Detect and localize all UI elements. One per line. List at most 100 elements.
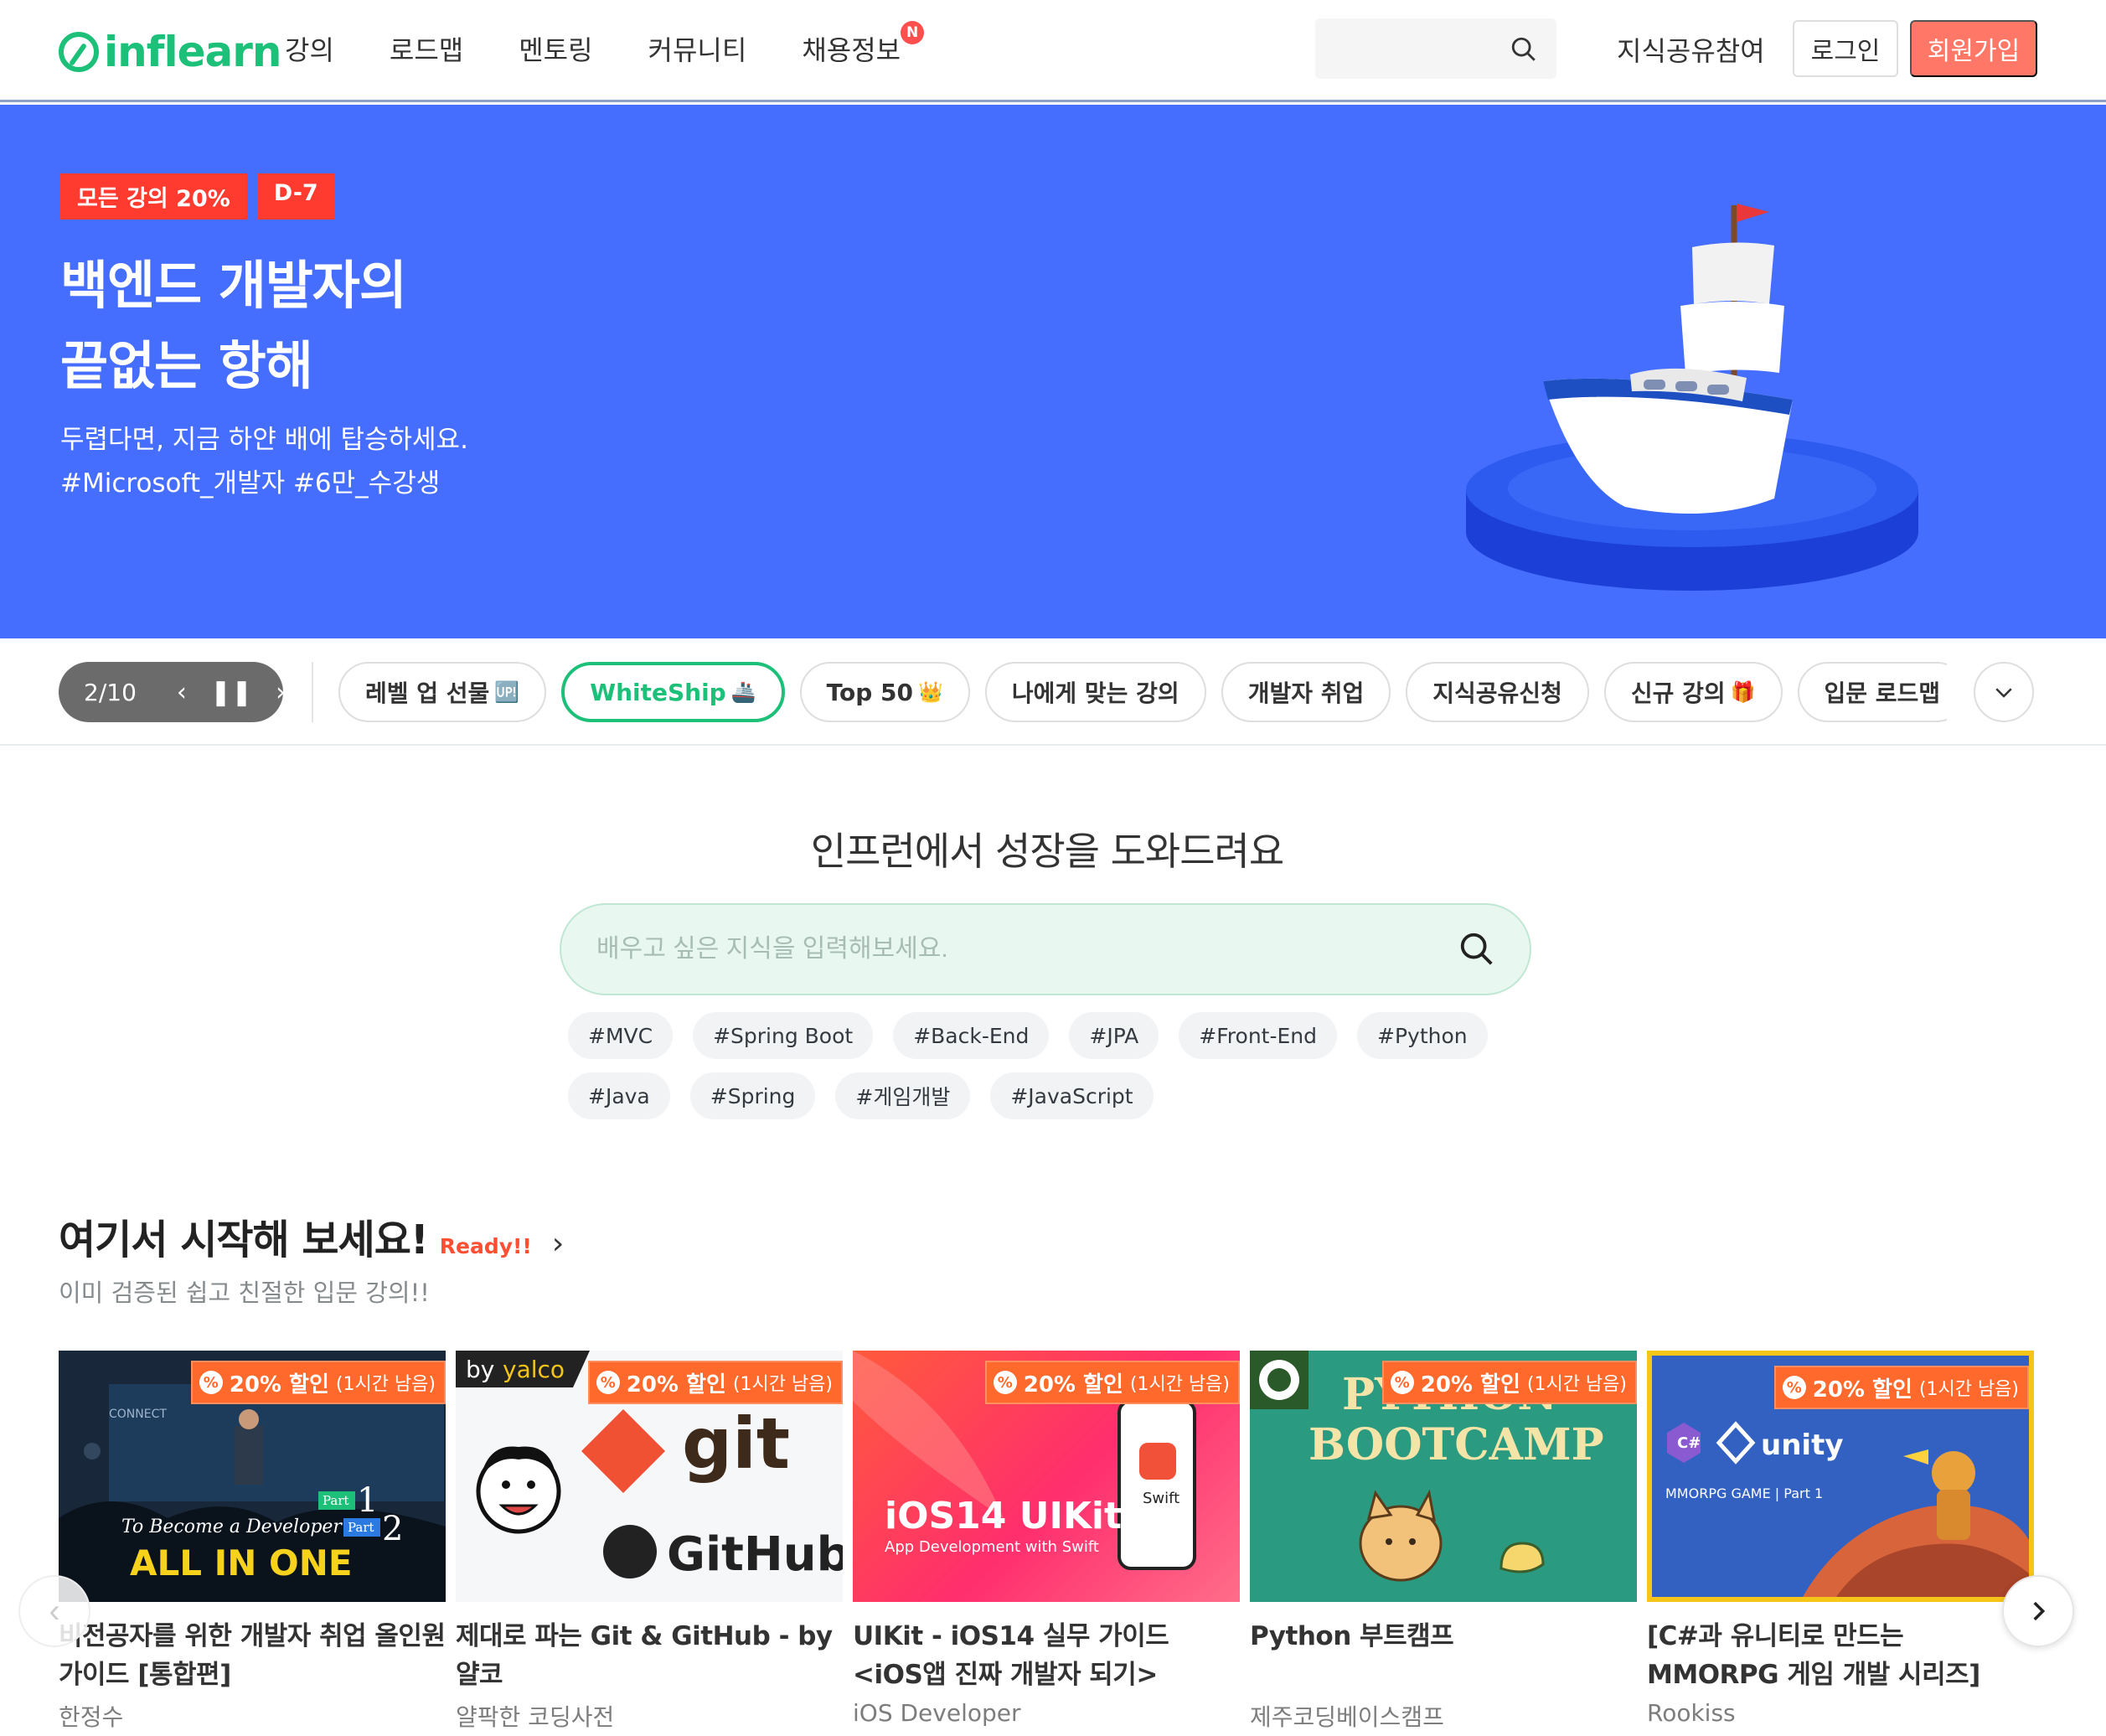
keyword-tag[interactable]: #Spring [689, 1072, 816, 1119]
chevron-right-icon[interactable]: › [552, 1227, 564, 1261]
course-thumbnail[interactable]: CONNECT To Become a Developer ALL IN ONE… [59, 1351, 446, 1602]
banner-chip-label: 신규 강의 [1630, 679, 1726, 707]
hero-subtitle-line2: #Microsoft_개발자 #6만_수강생 [60, 468, 441, 499]
thumb-part1: Part [323, 1493, 349, 1508]
keyword-tag[interactable]: #게임개발 [835, 1072, 971, 1119]
discount-badge: % 20% 할인 (1시간 남음) [1381, 1361, 1637, 1404]
nav-item-jobs-label: 채용정보 [802, 34, 901, 66]
keyword-tag[interactable]: #Back-End [893, 1012, 1050, 1059]
hero-tag-discount: 모든 강의 20% [60, 173, 247, 220]
search-icon[interactable] [1510, 35, 1538, 64]
banner-chip[interactable]: 신규 강의 🎁 [1603, 662, 1783, 722]
course-author: 얄팍한 코딩사전 [456, 1703, 615, 1731]
course-thumbnail[interactable]: by yalco git GitHub % 20% 할인 (1시간 남음) [456, 1351, 843, 1602]
discount-remaining: (1시간 남음) [1129, 1374, 1230, 1395]
thumb-conf-text: CONNECT [109, 1408, 167, 1421]
course-card[interactable]: by yalco git GitHub % 20% 할인 (1시간 남음) 제대… [456, 1351, 843, 1733]
keyword-tag[interactable]: #JPA [1069, 1012, 1159, 1059]
keyword-tag[interactable]: #MVC [568, 1012, 674, 1059]
nav-item-jobs[interactable]: 채용정보 N [802, 21, 925, 68]
discount-label: 20% 할인 [229, 1372, 329, 1398]
chevron-down-icon [1995, 688, 2012, 698]
course-thumbnail[interactable]: C# unity MMORPG GAME | Part 1 % 20% 할인 (… [1647, 1351, 2034, 1602]
banner-chip-emoji-icon: 🆙 [494, 680, 520, 704]
course-card[interactable]: C# unity MMORPG GAME | Part 1 % 20% 할인 (… [1647, 1351, 2034, 1727]
keyword-tag[interactable]: #Spring Boot [693, 1012, 874, 1059]
banner-chip[interactable]: 개발자 취업 [1221, 662, 1391, 722]
nav-item-roadmap[interactable]: 로드맵 [390, 29, 463, 68]
expand-chips-button[interactable] [1974, 662, 2034, 722]
course-title[interactable]: 제대로 파는 Git & GitHub - by 얄코 [456, 1617, 843, 1694]
inflearn-logo[interactable]: inflearn [59, 27, 282, 77]
top-header: inflearn 강의 로드맵 멘토링 커뮤니티 채용정보 N 지식공유참여 로… [0, 0, 2106, 102]
carousel-prev-button[interactable]: ‹ [18, 1575, 90, 1647]
discount-remaining: (1시간 남음) [1526, 1374, 1627, 1395]
course-author: 제주코딩베이스캠프 [1250, 1703, 1444, 1731]
search-icon[interactable] [1458, 930, 1496, 969]
banner-chip-emoji-icon: 🎁 [1730, 680, 1756, 704]
banner-chip-label: Top 50 [826, 678, 913, 706]
nav-item-mentoring[interactable]: 멘토링 [519, 29, 592, 68]
new-badge: N [901, 21, 925, 44]
section-title: 여기서 시작해 보세요! [59, 1217, 429, 1263]
main-heading: 인프런에서 성장을 도와드려요 [810, 829, 1284, 874]
course-title[interactable]: UIKit - iOS14 실무 가이드 <iOS앱 진짜 개발자 되기> [853, 1617, 1240, 1694]
course-title[interactable]: Python 부트캠프 [1250, 1617, 1637, 1694]
hero-tags: 모든 강의 20% D-7 [60, 173, 345, 220]
banner-chip[interactable]: Top 50 👑 [799, 662, 970, 722]
hero-subtitle-line1: 두렵다면, 지금 하얀 배에 탑승하세요. [60, 425, 468, 455]
course-card[interactable]: PYTHON BOOTCAMP % 20% 할인 (1시간 남음) Python… [1250, 1351, 1637, 1733]
discount-icon: % [596, 1371, 620, 1394]
section-heading[interactable]: 여기서 시작해 보세요! Ready!! › [59, 1206, 564, 1265]
nav-item-courses[interactable]: 강의 [285, 29, 334, 68]
discount-badge: % 20% 할인 (1시간 남음) [190, 1361, 446, 1404]
discount-remaining: (1시간 남음) [732, 1374, 833, 1395]
prev-banner-icon[interactable]: ‹ [177, 678, 187, 707]
hero-title-line1: 백엔드 개발자의 [60, 255, 407, 316]
keyword-tag[interactable]: #JavaScript [990, 1072, 1154, 1119]
signup-button[interactable]: 회원가입 [1910, 20, 2037, 77]
course-thumbnail[interactable]: PYTHON BOOTCAMP % 20% 할인 (1시간 남음) [1250, 1351, 1637, 1602]
logo-text: inflearn [104, 28, 282, 76]
banner-chip[interactable]: 지식공유신청 [1406, 662, 1589, 722]
banner-chip[interactable]: 레벨 업 선물 🆙 [338, 662, 547, 722]
keyword-tag[interactable]: #Python [1357, 1012, 1488, 1059]
hero-tag-dday: D-7 [256, 173, 335, 220]
ship-illustration [1466, 204, 1918, 591]
ready-label: Ready!! [439, 1234, 532, 1258]
next-banner-icon[interactable]: › [276, 678, 286, 707]
course-card[interactable]: CONNECT To Become a Developer ALL IN ONE… [59, 1351, 446, 1733]
discount-badge: % 20% 할인 (1시간 남음) [1773, 1366, 2029, 1409]
header-search-input[interactable] [1315, 18, 1499, 79]
knowledge-share-link[interactable]: 지식공유참여 [1617, 30, 1765, 69]
course-thumbnail[interactable]: Swift iOS14 UIKit App Development with S… [853, 1351, 1240, 1602]
main-search [560, 903, 1531, 995]
main-search-input[interactable] [561, 905, 1399, 994]
discount-label: 20% 할인 [1812, 1377, 1912, 1403]
course-author: iOS Developer [853, 1699, 1021, 1727]
thumb-github: GitHub [667, 1527, 843, 1582]
course-author: 한정수 [59, 1703, 124, 1731]
hero-banner[interactable]: 모든 강의 20% D-7 백엔드 개발자의 끝없는 항해 두렵다면, 지금 하… [0, 105, 2106, 638]
course-title[interactable]: [C#과 유니티로 만드는 MMORPG 게임 개발 시리즈] Part1: C… [1647, 1617, 2034, 1694]
thumb-sub: App Development with Swift [885, 1538, 1099, 1556]
banner-chip[interactable]: 입문 로드맵 [1797, 662, 1947, 722]
thumb-title: iOS14 UIKit [885, 1495, 1122, 1537]
course-title[interactable]: 비전공자를 위한 개발자 취업 올인원 가이드 [통합편] [59, 1617, 446, 1694]
course-card[interactable]: Swift iOS14 UIKit App Development with S… [853, 1351, 1240, 1727]
banner-chip[interactable]: WhiteShip 🚢 [561, 662, 785, 722]
logo-mark-icon [59, 32, 99, 72]
carousel-next-button[interactable] [2002, 1575, 2074, 1647]
login-button[interactable]: 로그인 [1793, 20, 1898, 77]
keyword-tag[interactable]: #Java [568, 1072, 670, 1119]
keyword-tag[interactable]: #Front-End [1179, 1012, 1337, 1059]
banner-chip-label: WhiteShip [590, 678, 726, 706]
main-nav: 강의 로드맵 멘토링 커뮤니티 채용정보 N [285, 0, 956, 97]
thumb-brand: yalco [503, 1356, 565, 1383]
thumb-sub: MMORPG GAME | Part 1 [1665, 1485, 1823, 1501]
nav-item-community[interactable]: 커뮤니티 [648, 29, 747, 68]
discount-icon: % [199, 1371, 223, 1394]
thumb-unity: unity [1761, 1429, 1843, 1462]
banner-chip[interactable]: 나에게 맞는 강의 [984, 662, 1206, 722]
pause-icon[interactable]: ❚❚ [210, 678, 252, 707]
